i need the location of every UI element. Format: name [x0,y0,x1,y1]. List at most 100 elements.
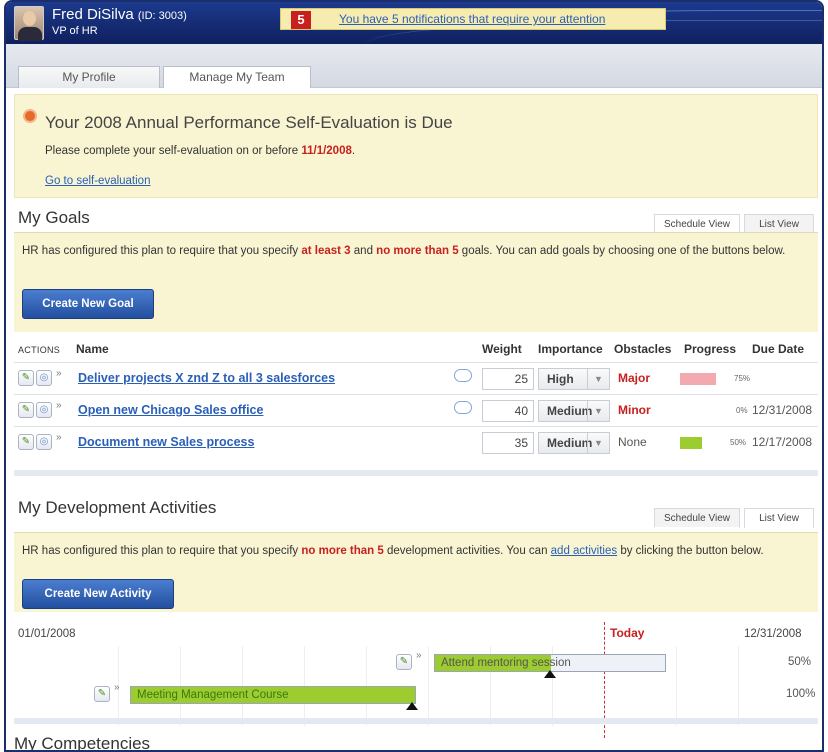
milestone-marker-icon [406,702,418,710]
banner-subtitle-end: . [351,145,356,157]
goal-importance-select[interactable]: Medium ▼ [538,432,610,454]
goal-name-link[interactable]: Document new Sales process [78,435,254,449]
chevron-down-icon: ▼ [587,401,609,421]
self-evaluation-link[interactable]: Go to self-evaluation [45,175,150,187]
comment-icon[interactable] [454,401,472,414]
edit-pencil-icon[interactable]: ✎ [396,654,412,670]
goal-options-icon[interactable]: ◎ [36,370,52,386]
avatar-head [23,11,36,26]
goal-progress-bar [680,437,702,449]
expand-chevron-icon[interactable]: » [56,368,62,379]
dev-info-pre: HR has configured this plan to require t… [22,545,302,557]
page-tab-bar: My Profile Manage My Team [6,44,822,88]
competencies-title: My Competencies [14,734,151,752]
alert-icon [23,109,37,123]
goal-obstacles: Major [618,371,651,385]
dev-info-max: no more than 5 [301,545,384,557]
goal-importance-value: Medium [547,436,593,450]
goal-weight-input[interactable]: 25 [482,368,534,390]
goals-list-view-tab[interactable]: List View [744,214,814,234]
goals-info-min: at least 3 [301,245,351,257]
notification-link[interactable]: You have 5 notifications that require yo… [339,12,605,26]
avatar[interactable] [14,6,44,41]
section-divider [14,718,818,724]
timeline-start-date: 01/01/2008 [18,628,76,640]
tab-manage-my-team[interactable]: Manage My Team [163,66,311,88]
header-bar: Fred DiSilva (ID: 3003) VP of HR 5 You h… [6,2,822,44]
col-progress[interactable]: Progress [684,342,736,356]
goals-info-post: goals. You can add goals by choosing one… [458,245,786,257]
edit-pencil-icon[interactable]: ✎ [94,686,110,702]
app-frame: Fred DiSilva (ID: 3003) VP of HR 5 You h… [4,0,824,752]
development-info-box: HR has configured this plan to require t… [14,532,818,612]
expand-chevron-icon[interactable]: » [114,682,120,693]
goal-due-date: 12/17/2008 [752,435,813,449]
goal-progress-percent: 75% [734,374,751,383]
timeline-gridline [428,646,429,726]
goal-obstacles: None [618,435,647,449]
col-due-date[interactable]: Due Date [752,342,804,356]
development-info-text: HR has configured this plan to require t… [22,543,810,560]
goal-weight-input[interactable]: 35 [482,432,534,454]
activity-name: Attend mentoring session [441,657,571,669]
expand-chevron-icon[interactable]: » [56,432,62,443]
tab-my-profile[interactable]: My Profile [18,66,160,88]
development-title: My Development Activities [18,498,217,517]
expand-chevron-icon[interactable]: » [56,400,62,411]
comment-icon[interactable] [454,369,472,382]
col-importance[interactable]: Importance [538,342,603,356]
timeline-gridline [738,646,739,726]
dev-list-view-tab[interactable]: List View [744,508,814,528]
goal-row: ✎ ◎ » Deliver projects X znd Z to all 3 … [14,362,818,394]
goal-options-icon[interactable]: ◎ [36,434,52,450]
goals-info-pre: HR has configured this plan to require t… [22,245,302,257]
dev-schedule-view-tab[interactable]: Schedule View [654,508,740,528]
col-obstacles[interactable]: Obstacles [614,342,671,356]
goal-progress-percent: 0% [736,406,748,415]
col-name[interactable]: Name [76,342,109,356]
activity-gantt-bar[interactable]: Meeting Management Course [130,686,416,704]
goal-name-link[interactable]: Deliver projects X znd Z to all 3 salesf… [78,371,335,385]
banner-subtitle-text: Please complete your self-evaluation on … [45,145,302,157]
edit-pencil-icon[interactable]: ✎ [18,402,34,418]
goal-progress-percent: 50% [730,438,747,447]
edit-pencil-icon[interactable]: ✎ [18,434,34,450]
dev-info-mid: development activities. You can [383,545,551,557]
dev-info-post: by clicking the button below. [617,545,764,557]
user-name-text: Fred DiSilva [52,6,134,23]
create-new-activity-button[interactable]: Create New Activity [22,579,174,609]
goals-info-max: no more than 5 [376,245,459,257]
banner-subtitle: Please complete your self-evaluation on … [45,145,355,157]
user-id: (ID: 3003) [137,10,187,22]
goal-weight-input[interactable]: 40 [482,400,534,422]
today-label: Today [610,626,645,640]
expand-chevron-icon[interactable]: » [416,650,422,661]
goals-schedule-view-tab[interactable]: Schedule View [654,214,740,234]
goal-options-icon[interactable]: ◎ [36,402,52,418]
banner-title: Your 2008 Annual Performance Self-Evalua… [45,113,453,132]
avatar-body [18,27,42,41]
timeline-end-date: 12/31/2008 [744,628,802,640]
add-activities-link[interactable]: add activities [551,545,617,557]
goal-importance-value: High [547,372,574,386]
edit-pencil-icon[interactable]: ✎ [18,370,34,386]
goal-importance-select[interactable]: High ▼ [538,368,610,390]
activity-progress-percent: 100% [786,688,816,700]
goal-name-link[interactable]: Open new Chicago Sales office [78,403,263,417]
col-weight[interactable]: Weight [482,342,522,356]
milestone-marker-icon [544,670,556,678]
chevron-down-icon: ▼ [587,433,609,453]
notification-count-badge: 5 [291,11,311,29]
goal-importance-value: Medium [547,404,593,418]
goal-progress-bar [680,373,716,385]
chevron-down-icon: ▼ [587,369,609,389]
user-role: VP of HR [52,25,98,37]
goals-info-text: HR has configured this plan to require t… [22,243,810,260]
create-new-goal-button[interactable]: Create New Goal [22,289,154,319]
col-actions: ACTIONS [18,345,61,355]
goals-title: My Goals [18,208,90,227]
goals-info-box: HR has configured this plan to require t… [14,232,818,332]
notification-banner[interactable]: 5 You have 5 notifications that require … [280,8,666,30]
goal-importance-select[interactable]: Medium ▼ [538,400,610,422]
user-name: Fred DiSilva (ID: 3003) [52,6,187,23]
